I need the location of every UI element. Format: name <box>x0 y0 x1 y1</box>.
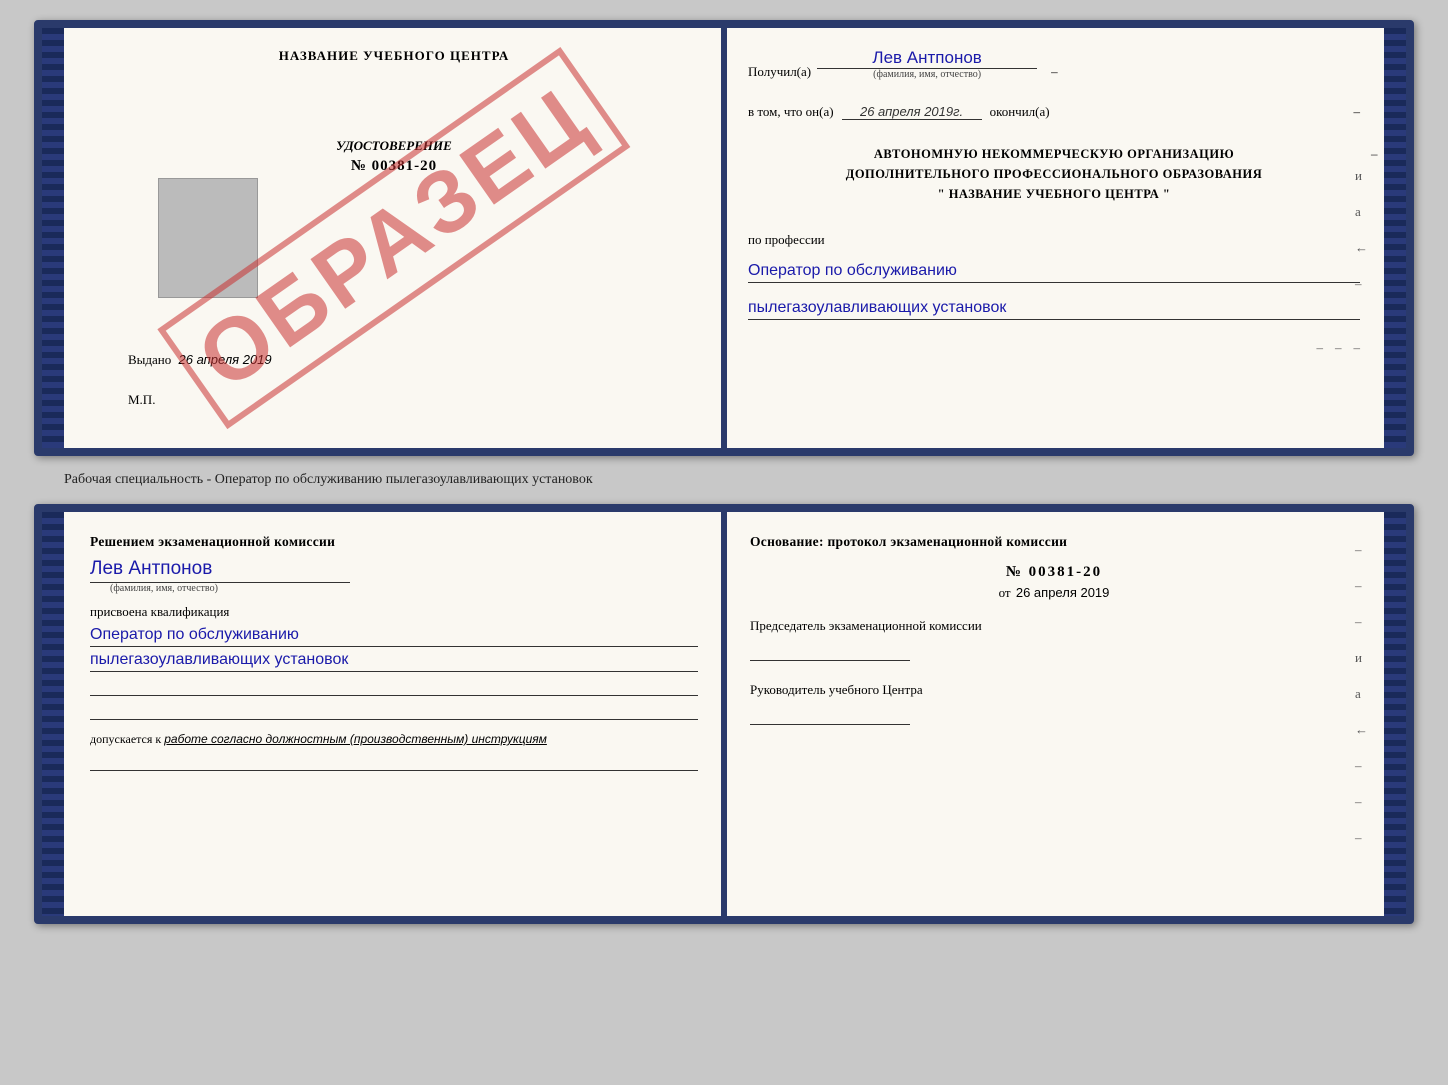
bottom-right-dash6: – <box>1355 830 1368 846</box>
prisvoena-label: присвоена квалификация <box>90 604 698 620</box>
right-binding-strip <box>1384 28 1406 448</box>
bottom-right-dash4: – <box>1355 758 1368 774</box>
po-professii-label: по профессии <box>748 232 1360 248</box>
osnovanie-label: Основание: протокол экзаменационной коми… <box>750 534 1358 550</box>
dash-7-top: – <box>1354 340 1361 356</box>
blank-line-2 <box>90 702 698 720</box>
kval-line1: Оператор по обслуживанию <box>90 626 698 647</box>
bottom-fio-sub: (фамилия, имя, отчество) <box>110 583 218 594</box>
profession-line1-top: Оператор по обслуживанию <box>748 262 1360 283</box>
right-margin-dash4: – <box>1355 276 1368 292</box>
predsedatel-signature-line <box>750 643 910 661</box>
top-left-page: НАЗВАНИЕ УЧЕБНОГО ЦЕНТРА УДОСТОВЕРЕНИЕ №… <box>64 28 724 448</box>
rukovoditel-signature-line <box>750 707 910 725</box>
blank-line-3 <box>90 753 698 771</box>
vydano-date: 26 апреля 2019 <box>179 352 272 367</box>
mp-label: М.П. <box>128 392 155 408</box>
bottom-right-dash2: – <box>1355 578 1368 594</box>
vydano-line: Выдано 26 апреля 2019 <box>128 352 272 368</box>
dash-1-top: – <box>1051 64 1058 80</box>
right-margin-i: и <box>1355 168 1368 184</box>
vtom-label: в том, что он(а) <box>748 104 834 120</box>
top-right-page: Получил(а) Лев Антпонов (фамилия, имя, о… <box>724 28 1384 448</box>
resheniyem-label: Решением экзаменационной комиссии <box>90 534 698 550</box>
kval-line2: пылегазоулавливающих установок <box>90 651 698 672</box>
poluchil-label: Получил(а) <box>748 64 811 80</box>
bottom-left-page: Решением экзаменационной комиссии Лев Ан… <box>64 512 724 916</box>
dopuskaetsya-value: работе согласно должностным (производств… <box>164 732 547 746</box>
bottom-right-dash3: – <box>1355 614 1368 630</box>
profession-line2-top: пылегазоулавливающих установок <box>748 299 1360 320</box>
udostoverenie-num: № 00381-20 <box>118 158 670 175</box>
bottom-right-i: и <box>1355 650 1368 666</box>
dash-6-top: – <box>1335 340 1342 356</box>
dash-2-top: – <box>1354 104 1361 120</box>
bottom-document-spread: Решением экзаменационной комиссии Лев Ан… <box>34 504 1414 924</box>
dash-5-top: – <box>1317 340 1324 356</box>
vtom-date: 26 апреля 2019г. <box>842 104 982 120</box>
bottom-left-binding-strip <box>42 512 64 916</box>
okonchil-label: окончил(а) <box>990 104 1050 120</box>
fio-subtitle-top: (фамилия, имя, отчество) <box>873 69 981 80</box>
photo-placeholder <box>158 178 258 298</box>
bottom-name: Лев Антпонов <box>90 558 350 583</box>
bottom-right-a: а <box>1355 686 1368 702</box>
protokol-num: № 00381-20 <box>750 564 1358 581</box>
top-document-spread: НАЗВАНИЕ УЧЕБНОГО ЦЕНТРА УДОСТОВЕРЕНИЕ №… <box>34 20 1414 456</box>
blank-line-1 <box>90 678 698 696</box>
bottom-right-dash5: – <box>1355 794 1368 810</box>
right-margin-a: а <box>1355 204 1368 220</box>
udostoverenie-label: УДОСТОВЕРЕНИЕ <box>118 138 670 154</box>
rukovoditel-label: Руководитель учебного Центра <box>750 681 1358 699</box>
org-line1: АВТОНОМНУЮ НЕКОММЕРЧЕСКУЮ ОРГАНИЗАЦИЮ <box>748 144 1360 164</box>
org-line2: ДОПОЛНИТЕЛЬНОГО ПРОФЕССИОНАЛЬНОГО ОБРАЗО… <box>748 164 1360 184</box>
left-binding-strip <box>42 28 64 448</box>
dopuskaetsya-block: допускается к работе согласно должностны… <box>90 732 698 747</box>
right-margin-arrow: ← <box>1355 240 1368 256</box>
bottom-right-page: Основание: протокол экзаменационной коми… <box>724 512 1384 916</box>
recipient-name-top: Лев Антпонов <box>817 48 1037 69</box>
dash-3-top: – <box>1371 144 1378 165</box>
bottom-right-arrow: ← <box>1355 722 1368 738</box>
bottom-right-dash1: – <box>1355 542 1368 558</box>
ot-date-line: от 26 апреля 2019 <box>750 585 1358 601</box>
between-label: Рабочая специальность - Оператор по обсл… <box>34 472 1414 488</box>
predsedatel-label: Председатель экзаменационной комиссии <box>750 617 1358 635</box>
org-line3: " НАЗВАНИЕ УЧЕБНОГО ЦЕНТРА " <box>748 184 1360 204</box>
cert-title: НАЗВАНИЕ УЧЕБНОГО ЦЕНТРА <box>88 48 700 64</box>
bottom-right-binding-strip <box>1384 512 1406 916</box>
ot-date-value: 26 апреля 2019 <box>1016 585 1110 600</box>
